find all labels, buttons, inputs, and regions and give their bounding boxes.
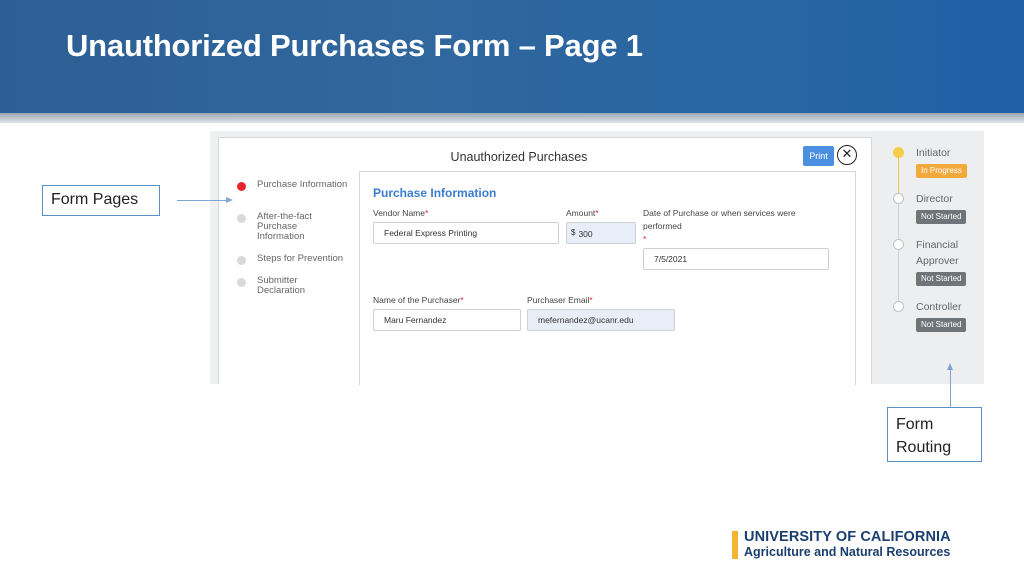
- routing-director-name: Director: [916, 193, 953, 205]
- routing-initiator-name: Initiator: [916, 147, 951, 159]
- routing-controller-name: Controller: [916, 301, 962, 313]
- form-pages-arrow: [177, 200, 227, 201]
- step-dot-icon: [237, 278, 246, 287]
- purchaser-email-input[interactable]: mefernandez@ucanr.edu: [527, 309, 675, 331]
- purchase-information-panel: Purchase Information Vendor Name* Federa…: [359, 171, 856, 385]
- purchaser-name-input[interactable]: Maru Fernandez: [373, 309, 521, 331]
- arrow-up-icon: [947, 363, 953, 370]
- routing-dot-icon: [893, 239, 904, 250]
- arrow-right-icon: [226, 197, 233, 203]
- form-screenshot: Unauthorized Purchases Print ✕ Purchase …: [210, 131, 984, 385]
- active-step-dot-icon: [237, 182, 246, 191]
- step-dot-icon: [237, 256, 246, 265]
- routing-active-dot-icon: [893, 147, 904, 158]
- section-title: Purchase Information: [373, 186, 497, 200]
- form-page-label: Steps for Prevention: [257, 253, 344, 264]
- form-page-submitter-declaration[interactable]: Submitter Declaration: [237, 276, 317, 296]
- form-page-after-the-fact[interactable]: After-the-fact Purchase Information: [237, 212, 327, 242]
- close-icon[interactable]: ✕: [837, 145, 857, 165]
- status-badge: Not Started: [916, 318, 967, 332]
- vendor-name-input[interactable]: Federal Express Printing: [373, 222, 559, 244]
- currency-symbol: $: [571, 228, 576, 237]
- date-of-purchase-input[interactable]: 7/5/2021: [643, 248, 829, 270]
- uc-logo-line2: Agriculture and Natural Resources: [744, 545, 951, 559]
- amount-label: Amount*: [566, 208, 599, 218]
- form-title: Unauthorized Purchases: [450, 150, 588, 164]
- form-routing-arrow: [950, 370, 951, 407]
- slide-header: Unauthorized Purchases Form – Page 1: [0, 0, 1024, 113]
- routing-dot-icon: [893, 193, 904, 204]
- form-routing-callout: Form Routing: [887, 407, 982, 462]
- form-page-label: After-the-fact Purchase Information: [257, 211, 312, 242]
- form-card: Unauthorized Purchases Print ✕ Purchase …: [218, 137, 872, 385]
- form-routing-sidebar: Initiator In Progress Director Not Start…: [872, 131, 984, 384]
- routing-dot-icon: [893, 301, 904, 312]
- uc-logo-bar: [732, 531, 738, 559]
- header-divider-band: [0, 113, 1024, 123]
- form-page-label: Purchase Information: [257, 179, 348, 190]
- status-badge: Not Started: [916, 272, 967, 286]
- slide-title: Unauthorized Purchases Form – Page 1: [66, 28, 643, 63]
- uc-logo-line1: UNIVERSITY OF CALIFORNIA: [744, 529, 951, 545]
- status-badge: Not Started: [916, 210, 967, 224]
- form-page-purchase-information[interactable]: Purchase Information: [237, 180, 357, 191]
- form-pages-callout: Form Pages: [42, 185, 160, 216]
- form-page-label: Submitter Declaration: [257, 275, 306, 296]
- status-badge: In Progress: [916, 164, 967, 178]
- vendor-name-label: Vendor Name*: [373, 208, 429, 218]
- amount-input[interactable]: $300: [566, 222, 636, 244]
- routing-active-line: [898, 153, 899, 197]
- purchaser-email-label: Purchaser Email*: [527, 295, 593, 305]
- form-page-steps-for-prevention[interactable]: Steps for Prevention: [237, 254, 357, 265]
- step-dot-icon: [237, 214, 246, 223]
- routing-financial-approver-name: Financial Approver: [916, 239, 959, 267]
- print-button[interactable]: Print: [803, 146, 834, 166]
- purchaser-name-label: Name of the Purchaser*: [373, 295, 464, 305]
- date-of-purchase-label: Date of Purchase or when services were p…: [643, 208, 796, 244]
